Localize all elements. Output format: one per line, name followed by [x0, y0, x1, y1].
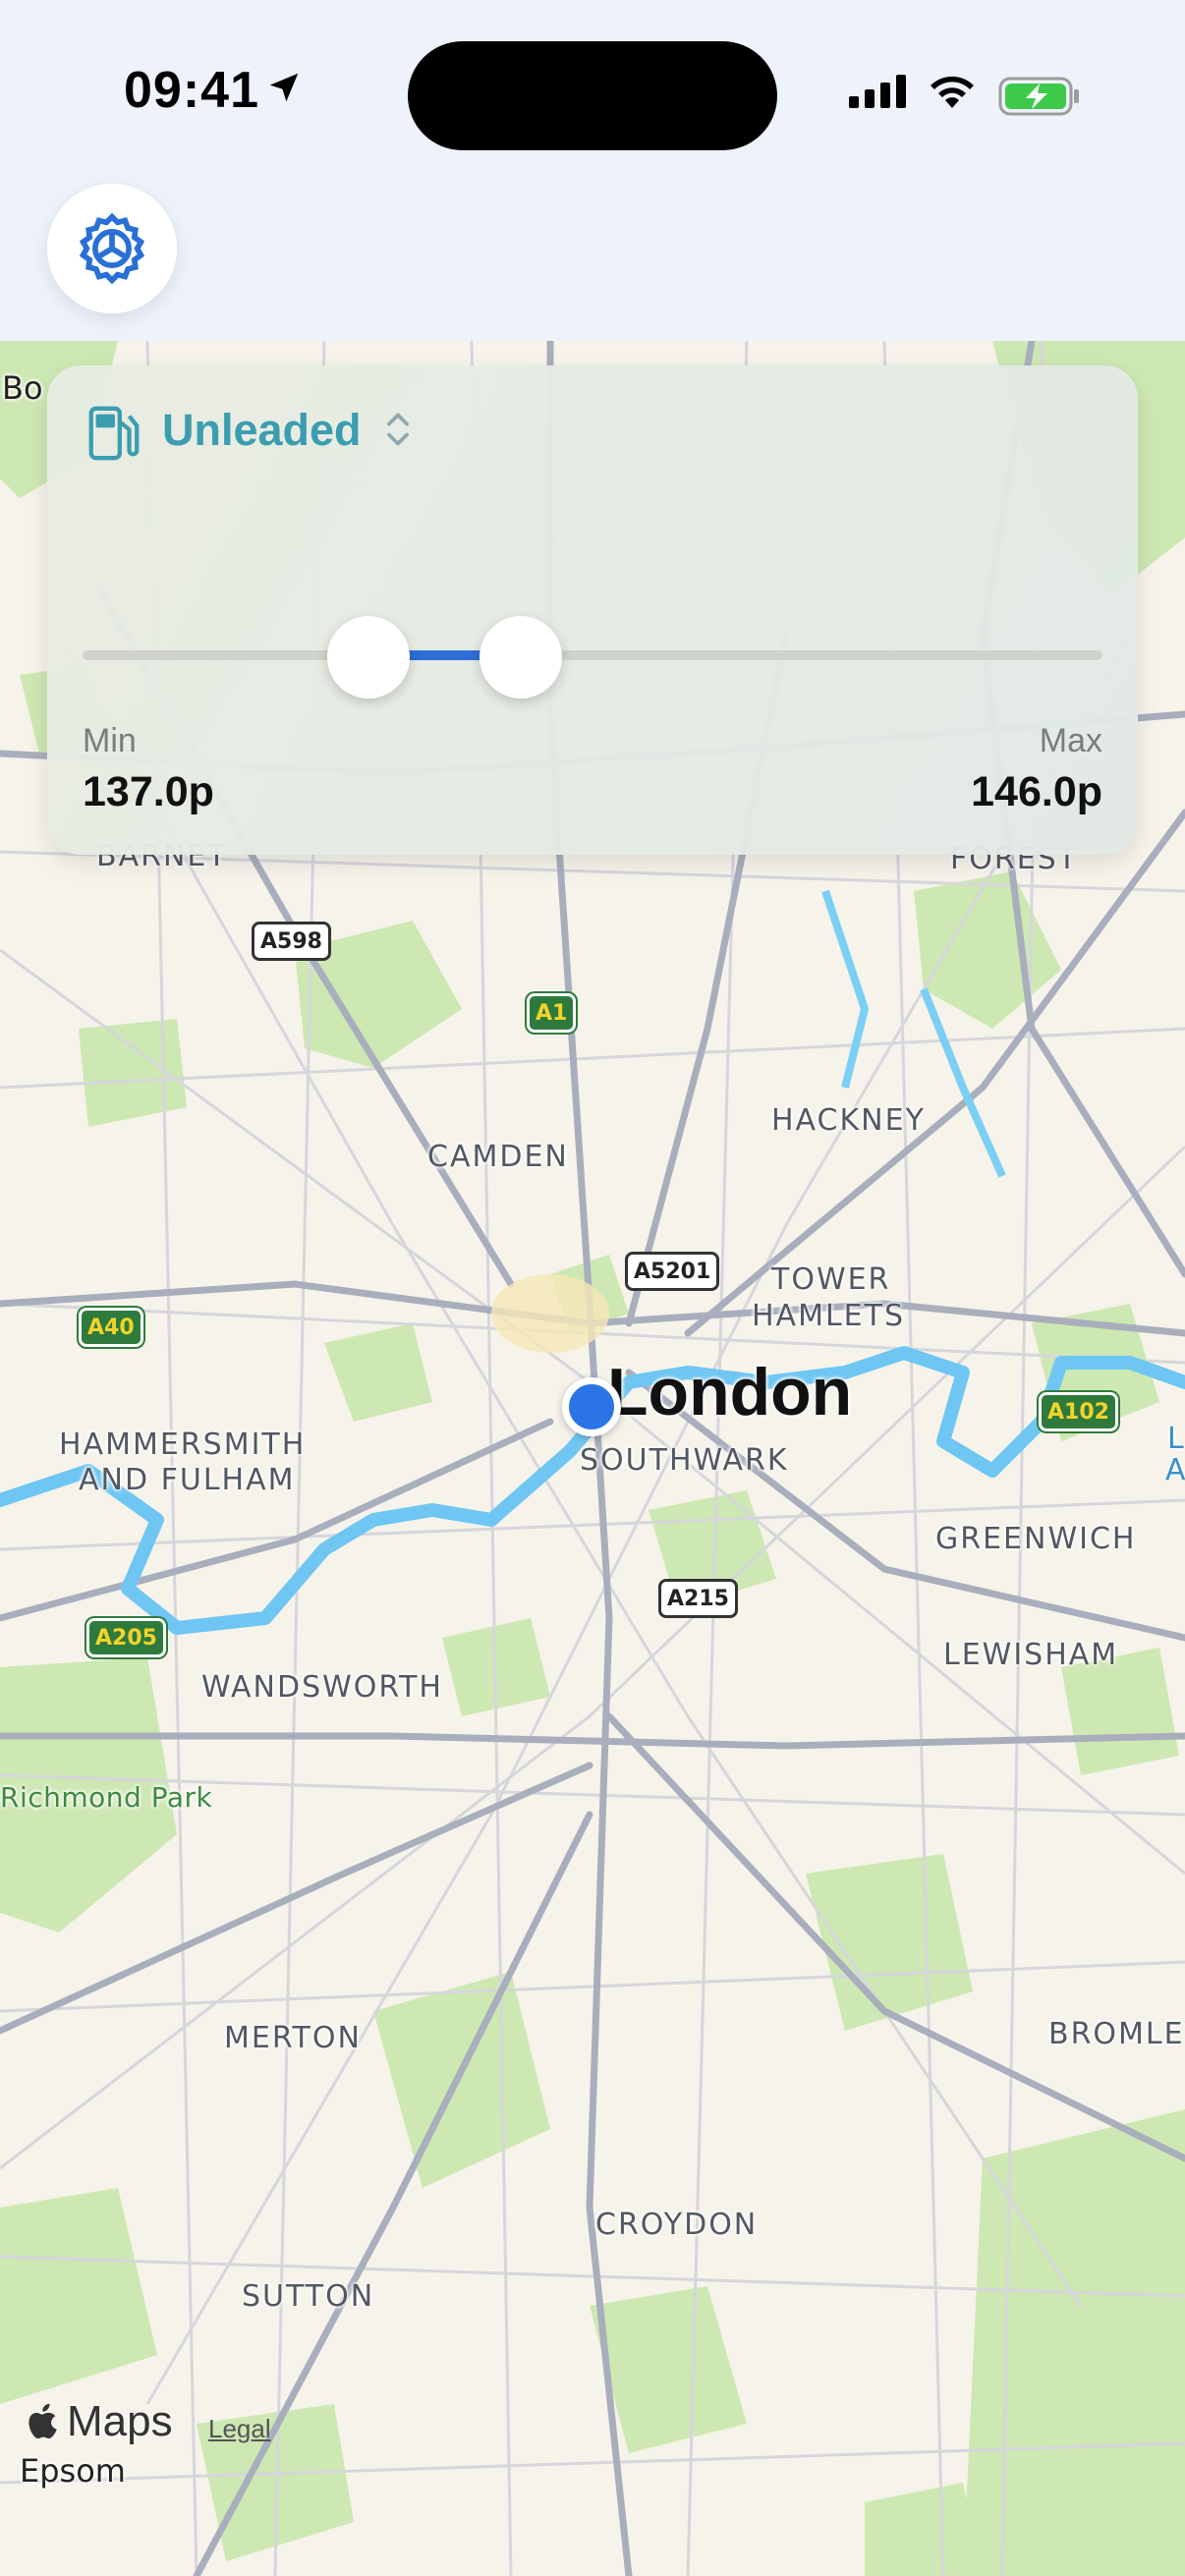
park-label: Richmond Park — [0, 1781, 213, 1814]
place-label: WANDSWORTH — [201, 1670, 443, 1705]
road-shield: A102 — [1039, 1392, 1118, 1431]
place-label: CAMDEN — [427, 1140, 569, 1174]
location-arrow-icon — [269, 73, 299, 102]
max-price-value: 146.0p — [971, 768, 1102, 815]
road-shield: A1 — [527, 993, 577, 1033]
wifi-icon — [931, 76, 974, 108]
price-range-track[interactable] — [83, 650, 1102, 660]
min-price-handle[interactable] — [326, 616, 410, 699]
gear-icon — [79, 212, 145, 285]
chevron-up-down-icon[interactable] — [385, 410, 411, 449]
cellular-signal-icon — [849, 75, 906, 108]
battery-charging-icon — [998, 77, 1079, 116]
maps-brand: Maps — [67, 2397, 173, 2445]
fuel-pump-icon — [88, 406, 140, 461]
place-label: SUTTON — [242, 2279, 375, 2314]
place-label: Bo — [2, 369, 43, 407]
place-label: AND FULHAM — [79, 1463, 296, 1497]
status-bar: 09:41 — [0, 0, 1185, 192]
road-shield: A40 — [79, 1308, 143, 1347]
place-label: HAMMERSMITH — [59, 1428, 307, 1462]
place-label: TOWER — [771, 1262, 891, 1297]
settings-button[interactable] — [47, 184, 177, 313]
min-label: Min — [83, 722, 137, 759]
place-label: HAMLETS — [752, 1299, 906, 1333]
fuel-price-filter-card: Unleaded Min Max 137.0p 146.0p — [47, 365, 1138, 855]
dynamic-island — [408, 41, 777, 150]
road-shield: A215 — [658, 1579, 738, 1618]
place-label: SOUTHWARK — [580, 1443, 789, 1478]
place-label: GREENWICH — [935, 1522, 1137, 1556]
place-label: HACKNEY — [771, 1103, 926, 1138]
road-shield: A5201 — [625, 1252, 720, 1291]
user-location-dot — [562, 1377, 621, 1436]
place-label: Epsom — [20, 2452, 126, 2490]
max-price-handle[interactable] — [480, 616, 563, 699]
road-shield: A598 — [252, 922, 331, 961]
road-shield: A205 — [86, 1618, 166, 1657]
place-label: A — [1165, 1453, 1185, 1487]
max-label: Max — [1039, 722, 1102, 759]
min-price-value: 137.0p — [83, 768, 214, 815]
place-label: MERTON — [224, 2021, 362, 2055]
apple-logo-icon — [28, 2403, 57, 2438]
place-label: BROMLEY — [1048, 2017, 1185, 2051]
place-label: L — [1167, 1422, 1185, 1456]
place-label: LEWISHAM — [943, 1638, 1119, 1672]
maps-attribution: Maps — [28, 2397, 173, 2446]
status-time: 09:41 — [124, 62, 259, 119]
place-label: CROYDON — [595, 2208, 759, 2242]
city-label: London — [607, 1355, 853, 1429]
fuel-type-selector[interactable]: Unleaded — [162, 405, 362, 456]
legal-link[interactable]: Legal — [208, 2414, 271, 2444]
